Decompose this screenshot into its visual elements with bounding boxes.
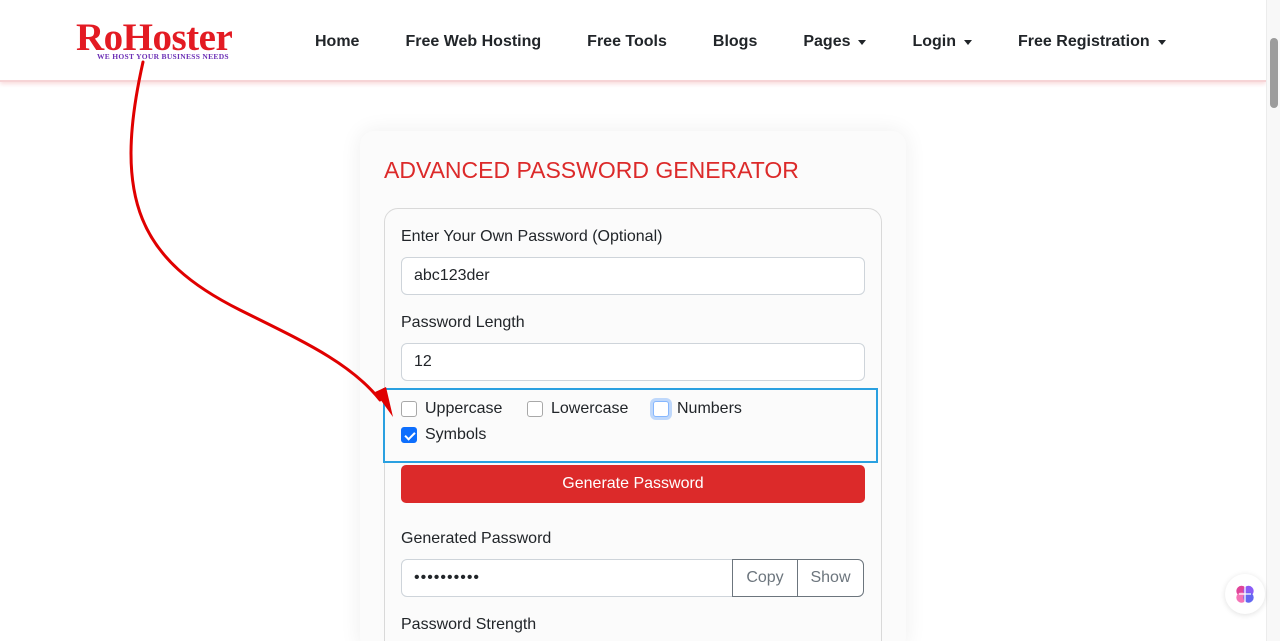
lowercase-option[interactable]: Lowercase (527, 400, 628, 418)
nav-free-tools-label: Free Tools (587, 33, 667, 50)
ai-assistant-button[interactable] (1225, 574, 1265, 614)
numbers-checkbox[interactable] (653, 401, 669, 417)
numbers-label: Numbers (677, 400, 742, 417)
nav-blogs[interactable]: Blogs (713, 33, 757, 51)
symbols-label: Symbols (425, 426, 487, 443)
nav-blogs-label: Blogs (712, 33, 758, 50)
nav-free-tools[interactable]: Free Tools (587, 33, 667, 51)
nav-home-label: Home (315, 33, 360, 50)
uppercase-option[interactable]: Uppercase (401, 400, 502, 418)
caret-down-icon (858, 39, 867, 45)
show-button[interactable]: Show (797, 559, 864, 597)
numbers-option[interactable]: Numbers (653, 400, 742, 418)
uppercase-checkbox[interactable] (401, 401, 417, 417)
password-strength-label: Password Strength (401, 616, 537, 633)
generator-title: ADVANCED PASSWORD GENERATOR (384, 157, 799, 183)
copy-button[interactable]: Copy (732, 559, 798, 597)
caret-down-icon (964, 39, 973, 45)
generated-password-group: •••••••••• Copy Show (401, 559, 865, 597)
password-length-label: Password Length (401, 314, 525, 331)
top-navbar: RoHoster WE HOST YOUR BUSINESS NEEDS Hom… (0, 0, 1266, 82)
symbols-checkbox[interactable] (401, 427, 417, 443)
brain-icon (1236, 585, 1254, 603)
nav-home[interactable]: Home (315, 33, 359, 51)
lowercase-checkbox[interactable] (527, 401, 543, 417)
nav-login-dropdown[interactable]: Login (912, 33, 973, 51)
nav-free-web-hosting-label: Free Web Hosting (405, 33, 542, 50)
generated-password-field[interactable]: •••••••••• (401, 559, 733, 597)
lowercase-label: Lowercase (551, 400, 629, 417)
logo-tagline: WE HOST YOUR BUSINESS NEEDS (97, 52, 229, 61)
nav-pages-label: Pages (803, 33, 851, 50)
nav-free-registration-dropdown[interactable]: Free Registration (1018, 33, 1166, 51)
nav-pages-dropdown[interactable]: Pages (803, 33, 867, 51)
nav-free-registration-label: Free Registration (1018, 33, 1150, 50)
password-length-input[interactable]: 12 (401, 343, 865, 381)
nav-menu: Home Free Web Hosting Free Tools Blogs P… (315, 33, 1166, 51)
symbols-option[interactable]: Symbols (401, 426, 486, 444)
caret-down-icon (1157, 39, 1166, 45)
nav-login-label: Login (912, 33, 957, 50)
uppercase-label: Uppercase (425, 400, 503, 417)
page-scrollbar[interactable] (1266, 0, 1280, 641)
own-password-label: Enter Your Own Password (Optional) (401, 228, 663, 245)
own-password-input[interactable]: abc123der (401, 257, 865, 295)
scrollbar-thumb[interactable] (1270, 38, 1278, 108)
rohoster-logo[interactable]: RoHoster WE HOST YOUR BUSINESS NEEDS (76, 16, 276, 64)
nav-free-web-hosting[interactable]: Free Web Hosting (405, 33, 541, 51)
generate-password-button[interactable]: Generate Password (401, 465, 865, 503)
generated-password-label: Generated Password (401, 530, 552, 547)
